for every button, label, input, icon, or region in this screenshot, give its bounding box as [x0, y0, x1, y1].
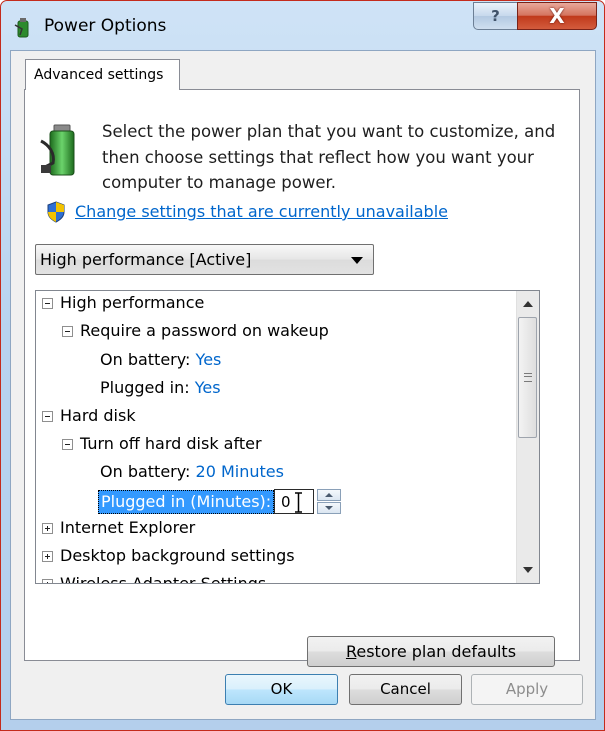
scrollbar-thumb[interactable]	[518, 317, 537, 438]
setting-row-password-battery[interactable]: On battery: Yes	[100, 350, 221, 374]
grip-icon	[524, 373, 532, 382]
setting-value[interactable]: Yes	[196, 350, 222, 369]
access-key: R	[345, 642, 357, 661]
setting-label: Plugged in:	[100, 378, 190, 397]
change-settings-link[interactable]: Change settings that are currently unava…	[75, 202, 448, 221]
title-bar[interactable]: Power Options ? X	[1, 1, 604, 49]
setting-row-disk-plugged[interactable]: Plugged in (Minutes): 0	[36, 489, 516, 514]
settings-tree[interactable]: High performance Require a password on w…	[35, 290, 540, 584]
arrow-up-icon	[325, 493, 333, 497]
tree-node-label: Turn off hard disk after	[80, 434, 262, 453]
collapse-icon[interactable]	[62, 326, 73, 337]
dialog-client-area: Advanced settings Select the power plan …	[10, 50, 596, 720]
power-options-window: Power Options ? X Advanced settings Sele…	[0, 0, 605, 731]
power-options-icon	[14, 18, 29, 38]
tree-node-label: Wireless Adapter Settings	[60, 574, 267, 584]
arrow-down-icon	[325, 506, 333, 510]
tree-node-label: Internet Explorer	[60, 518, 196, 537]
tree-node-label: High performance	[60, 293, 205, 312]
minutes-spinner[interactable]	[317, 489, 341, 514]
expand-icon[interactable]	[42, 551, 53, 562]
collapse-icon[interactable]	[42, 411, 53, 422]
power-plan-dropdown[interactable]: High performance [Active]	[35, 244, 374, 275]
spin-up-button[interactable]	[317, 489, 341, 501]
cancel-button[interactable]: Cancel	[349, 674, 462, 705]
expand-icon[interactable]	[42, 579, 53, 583]
close-button[interactable]: X	[517, 2, 597, 30]
help-button[interactable]: ?	[473, 2, 518, 30]
spin-down-button[interactable]	[317, 502, 341, 514]
uac-shield-icon	[47, 201, 65, 223]
selected-setting-label: Plugged in (Minutes):	[98, 490, 275, 514]
battery-plug-icon	[40, 124, 75, 176]
tree-node-label: Hard disk	[60, 406, 136, 425]
advanced-settings-panel: Select the power plan that you want to c…	[24, 89, 580, 667]
window-title: Power Options	[44, 16, 167, 36]
setting-label: On battery:	[100, 462, 191, 481]
setting-value[interactable]: Yes	[195, 378, 221, 397]
restore-plan-defaults-button[interactable]: Restore plan defaults	[307, 636, 555, 667]
tree-node-label: Desktop background settings	[60, 546, 295, 565]
collapse-icon[interactable]	[62, 439, 73, 450]
setting-label: On battery:	[100, 350, 191, 369]
tree-scrollbar[interactable]	[516, 291, 539, 583]
setting-value[interactable]: 20 Minutes	[196, 462, 284, 481]
description-text: Select the power plan that you want to c…	[102, 122, 556, 192]
scroll-up-icon[interactable]	[523, 301, 533, 307]
setting-row-password-plugged[interactable]: Plugged in: Yes	[100, 378, 221, 402]
power-plan-selected: High performance [Active]	[40, 250, 252, 269]
tab-advanced-settings[interactable]: Advanced settings	[25, 59, 180, 90]
setting-row-disk-battery[interactable]: On battery: 20 Minutes	[100, 462, 284, 486]
text-cursor-icon	[295, 492, 302, 513]
button-label: estore plan defaults	[356, 642, 517, 661]
scroll-down-icon[interactable]	[523, 567, 533, 573]
chevron-down-icon	[351, 257, 363, 264]
expand-icon[interactable]	[42, 523, 53, 534]
collapse-icon[interactable]	[42, 298, 53, 309]
ok-button[interactable]: OK	[225, 674, 338, 705]
tree-node-label: Require a password on wakeup	[80, 321, 329, 340]
apply-button[interactable]: Apply	[471, 674, 583, 705]
